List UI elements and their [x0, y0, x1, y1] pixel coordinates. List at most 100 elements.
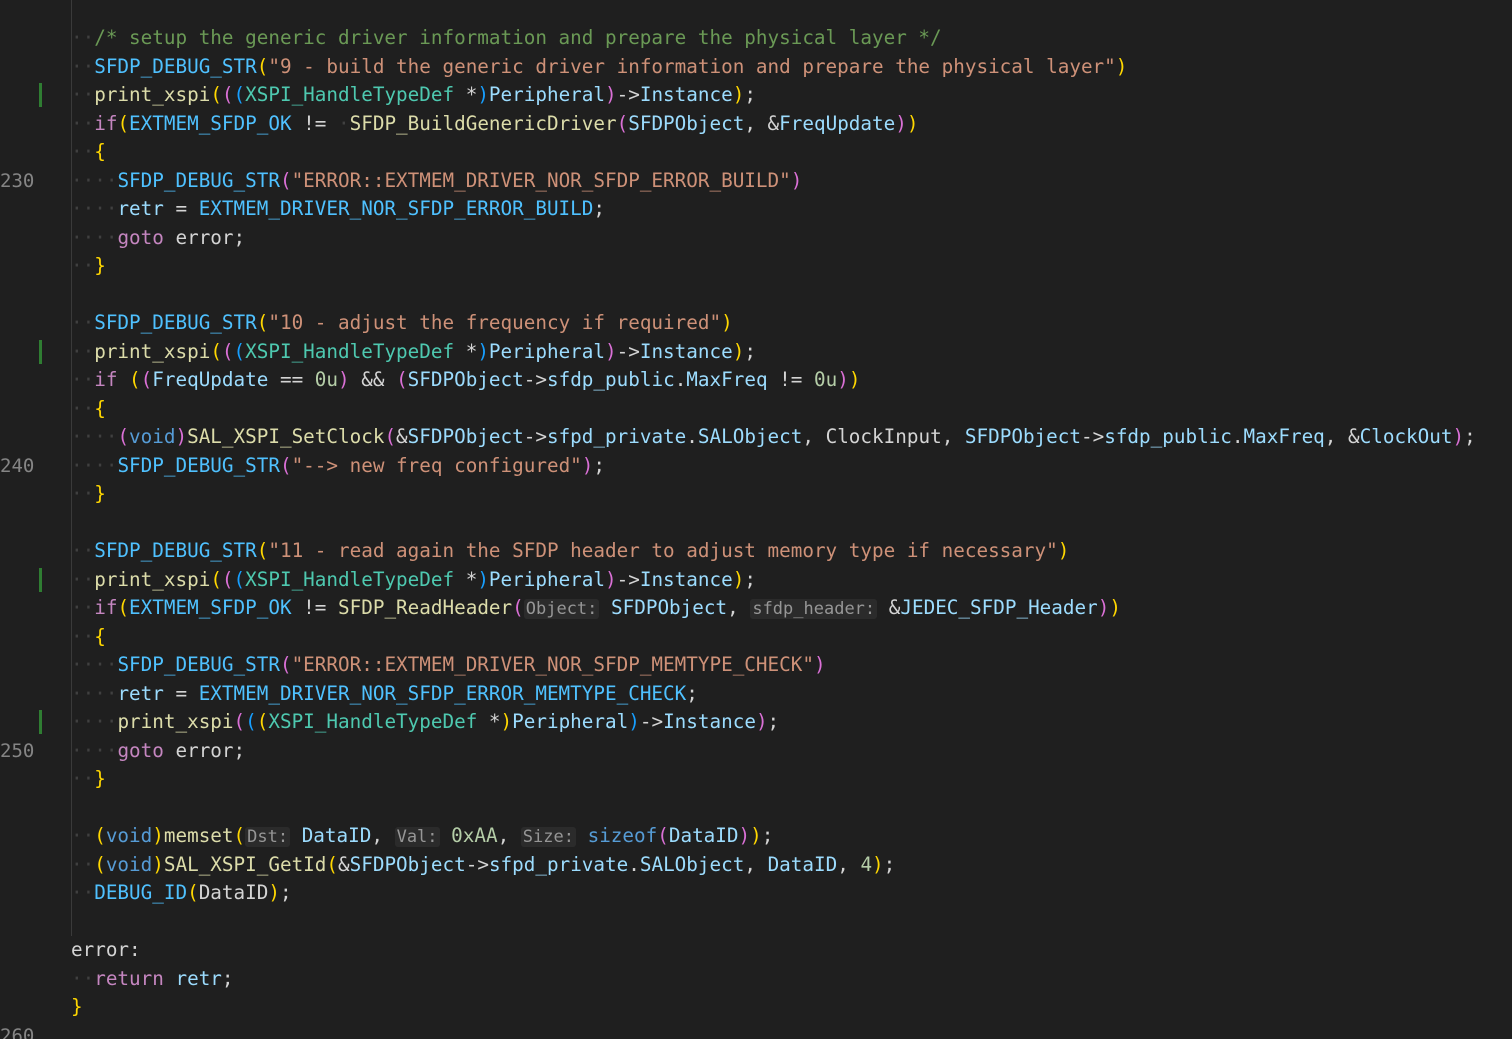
code-token: ): [813, 653, 826, 676]
whitespace-marker: ··: [71, 824, 95, 847]
code-token: ;: [761, 824, 774, 847]
code-token: ): [755, 710, 768, 733]
code-token: ): [477, 339, 489, 363]
code-line[interactable]: ··if(EXTMEM_SFDP_OK != SFDP_ReadHeader(O…: [71, 594, 1512, 623]
code-token: (: [233, 339, 246, 363]
code-token: sfdp_public: [546, 368, 675, 391]
code-token: ): [605, 83, 617, 106]
code-token: ->: [616, 567, 640, 591]
code-line[interactable]: [71, 794, 1512, 823]
code-token: (: [256, 539, 269, 562]
modified-line-marker[interactable]: [39, 710, 42, 734]
code-line[interactable]: ····goto error;: [71, 737, 1512, 766]
modified-line-marker[interactable]: [39, 83, 42, 107]
code-token: SAL_XSPI_GetId: [163, 852, 327, 876]
code-line[interactable]: ····SFDP_DEBUG_STR("ERROR::EXTMEM_DRIVER…: [71, 167, 1512, 196]
code-line[interactable]: ····retr = EXTMEM_DRIVER_NOR_SFDP_ERROR_…: [71, 680, 1512, 709]
code-line[interactable]: [71, 281, 1512, 310]
code-token: ): [837, 368, 849, 391]
code-token: (: [326, 852, 339, 876]
code-token: ): [338, 368, 350, 391]
code-token: ): [477, 83, 489, 106]
code-line[interactable]: ··if ((FreqUpdate == 0u) && (SFDPObject-…: [71, 366, 1512, 395]
code-token: SFDPObject: [628, 111, 745, 135]
code-token: ): [732, 567, 745, 591]
code-line[interactable]: ··{: [71, 138, 1512, 167]
code-line[interactable]: ··}: [71, 252, 1512, 281]
modified-line-marker[interactable]: [39, 567, 42, 592]
code-token: ;: [279, 881, 292, 904]
code-token: ): [732, 339, 745, 363]
code-line[interactable]: ··if(EXTMEM_SFDP_OK != ·SFDP_BuildGeneri…: [71, 110, 1512, 139]
code-line[interactable]: }: [71, 993, 1512, 1022]
code-editor[interactable]: 230 240 250 260 ··/* setup the generic driv…: [0, 0, 1512, 1039]
whitespace-marker: ··: [71, 453, 95, 477]
code-line[interactable]: ··SFDP_DEBUG_STR("10 - adjust the freque…: [71, 309, 1512, 338]
code-token: &: [877, 596, 901, 619]
code-token: error;: [163, 225, 246, 249]
whitespace-marker: ··: [71, 225, 95, 249]
code-line[interactable]: ··print_xspi(((XSPI_HandleTypeDef *)Peri…: [71, 81, 1512, 110]
line-number: 240: [0, 454, 35, 477]
code-line[interactable]: ··/* setup the generic driver informatio…: [71, 24, 1512, 53]
code-token: (: [187, 881, 199, 904]
code-line[interactable]: error:: [71, 936, 1512, 965]
code-line[interactable]: ····retr = EXTMEM_DRIVER_NOR_SFDP_ERROR_…: [71, 195, 1512, 224]
whitespace-marker: ··: [71, 567, 95, 591]
code-line[interactable]: ····SFDP_DEBUG_STR("ERROR::EXTMEM_DRIVER…: [71, 651, 1512, 680]
code-line[interactable]: ··SFDP_DEBUG_STR("9 - build the generic …: [71, 53, 1512, 82]
code-line[interactable]: ··DEBUG_ID(DataID);: [71, 879, 1512, 908]
code-line[interactable]: ··{: [71, 395, 1512, 424]
code-token: void: [129, 425, 176, 448]
whitespace-marker: ··: [94, 425, 118, 448]
code-token: ): [732, 83, 745, 106]
code-line[interactable]: [71, 908, 1512, 937]
whitespace-marker: ··: [71, 624, 95, 648]
code-token: "--> new freq configured": [291, 453, 582, 477]
code-line[interactable]: ··}: [71, 480, 1512, 509]
code-line[interactable]: [71, 1022, 1512, 1039]
code-line[interactable]: ··print_xspi(((XSPI_HandleTypeDef *)Peri…: [71, 566, 1512, 595]
code-token: ->: [616, 339, 640, 363]
code-token: (: [94, 824, 106, 847]
code-token: if: [94, 368, 118, 391]
code-line[interactable]: [71, 509, 1512, 538]
code-token: !=: [291, 111, 339, 135]
code-area[interactable]: ··/* setup the generic driver informatio…: [71, 24, 1512, 1039]
whitespace-marker: ··: [71, 966, 95, 990]
code-token: DataID: [301, 824, 372, 847]
whitespace-marker: ··: [71, 311, 95, 334]
code-line[interactable]: ··SFDP_DEBUG_STR("11 - read again the SF…: [71, 537, 1512, 566]
code-token: goto: [117, 225, 164, 249]
code-line[interactable]: ····print_xspi(((XSPI_HandleTypeDef *)Pe…: [71, 708, 1512, 737]
code-token: DEBUG_ID: [94, 881, 188, 904]
whitespace-marker: ··: [94, 197, 118, 220]
whitespace-marker: ··: [71, 710, 95, 733]
code-token: ==: [268, 368, 315, 391]
code-token: ;: [1464, 425, 1476, 448]
code-line[interactable]: ··}: [71, 765, 1512, 794]
code-token: FreqUpdate: [152, 368, 269, 391]
code-token: EXTMEM_SFDP_OK: [129, 596, 292, 619]
code-line[interactable]: ····SFDP_DEBUG_STR("--> new freq configu…: [71, 452, 1512, 481]
code-line[interactable]: ··print_xspi(((XSPI_HandleTypeDef *)Peri…: [71, 338, 1512, 367]
code-token: SFDP_BuildGenericDriver: [349, 111, 617, 135]
code-token: ,: [1324, 425, 1349, 448]
code-token: 0u: [314, 368, 339, 391]
whitespace-marker: ··: [94, 168, 118, 192]
code-token: sfdp_public: [1104, 425, 1232, 448]
code-line[interactable]: ··(void)SAL_XSPI_GetId(&SFDPObject->sfpd…: [71, 851, 1512, 880]
line-number: 250: [0, 739, 35, 762]
whitespace-marker: ··: [71, 54, 95, 78]
code-token: print_xspi: [94, 83, 211, 106]
code-token: (: [279, 168, 292, 192]
code-line[interactable]: ··return retr;: [71, 965, 1512, 994]
code-line[interactable]: ····(void)SAL_XSPI_SetClock(&SFDPObject-…: [71, 423, 1512, 452]
code-line[interactable]: ····goto error;: [71, 224, 1512, 253]
code-token: ): [500, 710, 513, 733]
modified-line-marker[interactable]: [39, 339, 42, 364]
code-line[interactable]: ··{: [71, 623, 1512, 652]
code-token: FreqUpdate: [779, 111, 896, 135]
code-line[interactable]: ··(void)memset(Dst: DataID, Val: 0xAA, S…: [71, 822, 1512, 851]
